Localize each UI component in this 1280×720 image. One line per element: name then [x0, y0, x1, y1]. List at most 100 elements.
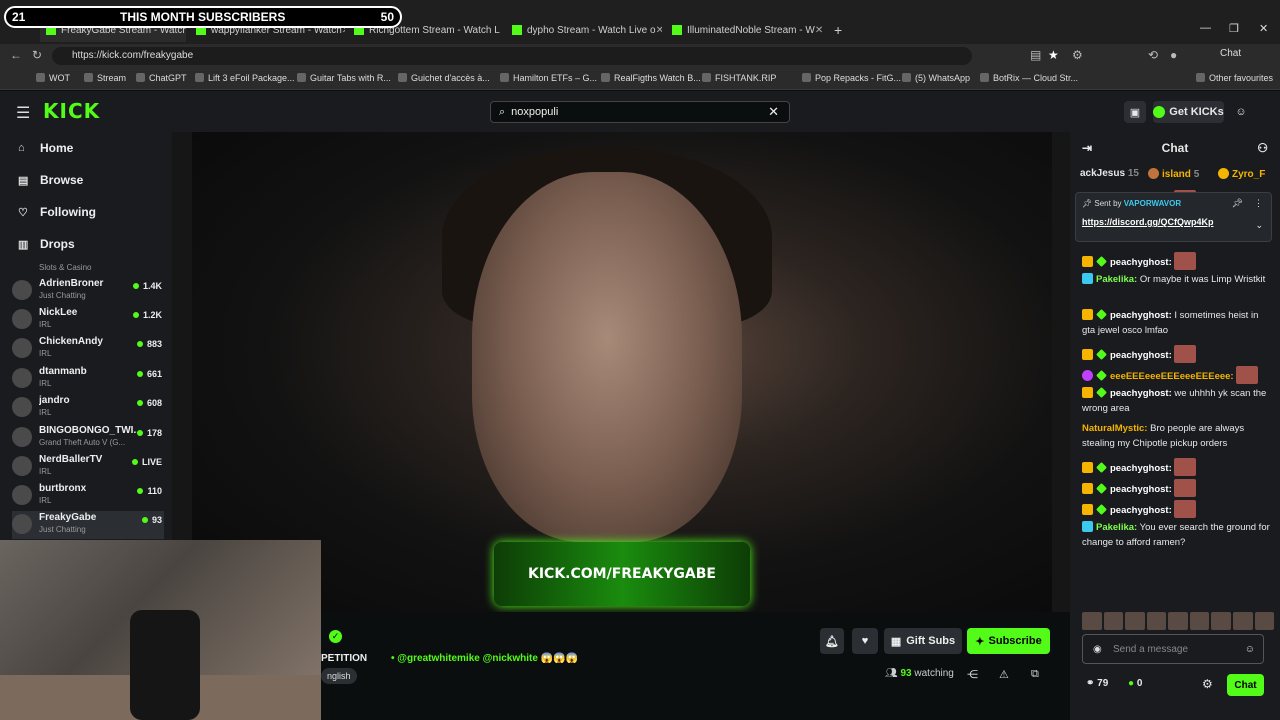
bookmark-item[interactable]: Lift 3 eFoil Package... [195, 73, 295, 83]
bookmark-item[interactable]: RealFigths Watch B... [601, 73, 701, 83]
favorite-star-icon[interactable]: ★ [1048, 48, 1059, 62]
channel-item[interactable]: Slots & Casino [12, 256, 164, 274]
emote-button[interactable] [1211, 612, 1231, 630]
clear-search-icon[interactable]: ✕ [768, 104, 779, 120]
refresh-icon[interactable]: ↻ [32, 48, 42, 62]
emote-button[interactable] [1168, 612, 1188, 630]
chat-message: peachyghost: [1082, 458, 1274, 477]
history-icon[interactable]: ⟲ [1148, 48, 1158, 62]
kick-logo[interactable]: KICK [43, 99, 100, 123]
channel-item[interactable]: NerdBallerTV IRL LIVE [12, 453, 164, 481]
chat-username[interactable]: NaturalMystic: [1082, 423, 1147, 434]
chat-input[interactable]: ◉ Send a message ☺ [1082, 634, 1264, 664]
theater-mode-icon[interactable]: ▣ [1124, 101, 1146, 123]
back-icon[interactable]: ← [10, 48, 22, 62]
share-icon[interactable]: ⋲ [967, 668, 978, 681]
chat-username[interactable]: peachyghost: [1110, 505, 1172, 516]
notification-bell-button[interactable]: 🔔︎ [820, 628, 844, 654]
reader-icon[interactable]: ▤ [1030, 48, 1041, 62]
clip-icon[interactable]: ⧉ [1031, 668, 1039, 681]
bookmark-item[interactable]: Pop Repacks - FitG... [802, 73, 901, 83]
chat-username[interactable]: Pakelika: [1096, 274, 1137, 285]
chat-users-icon[interactable]: ⚇ [1257, 141, 1268, 155]
bookmark-item[interactable]: FISHTANK.RIP [702, 73, 776, 83]
emote-button[interactable] [1125, 612, 1145, 630]
site-icon [980, 73, 989, 82]
emoji-picker-icon[interactable]: ☺ [1245, 644, 1255, 655]
emote-button[interactable] [1232, 612, 1253, 630]
close-tab-icon[interactable]: ✕ [815, 25, 823, 36]
new-tab-button[interactable]: + [828, 18, 848, 42]
maximize-icon[interactable]: ❐ [1229, 22, 1239, 35]
crown-badge-icon [1082, 504, 1093, 515]
channel-item[interactable]: NickLee IRL 1.2K [12, 306, 164, 334]
nav-browse[interactable]: ▤ Browse [18, 173, 83, 187]
close-window-icon[interactable]: ✕ [1259, 22, 1268, 35]
emote-button[interactable] [1189, 612, 1210, 630]
bookmark-item[interactable]: Stream [84, 73, 126, 83]
other-favourites[interactable]: Other favourites [1196, 73, 1273, 83]
chat-username[interactable]: peachyghost: [1110, 463, 1172, 474]
minimize-icon[interactable]: — [1200, 22, 1211, 34]
avatar[interactable]: ☺ [1230, 101, 1252, 123]
channel-item[interactable]: ChickenAndy IRL 883 [12, 335, 164, 363]
leaderboard-entry[interactable]: ackJesus 15 [1080, 168, 1139, 179]
send-chat-button[interactable]: Chat [1227, 674, 1264, 696]
channel-item[interactable]: AdrienBroner Just Chatting 1.4K [12, 277, 164, 305]
avatar [12, 427, 32, 447]
channel-item[interactable]: jandro IRL 608 [12, 394, 164, 422]
leaderboard-entry[interactable]: island 5 [1148, 168, 1199, 180]
channel-item[interactable]: BINGOBONGO_TWI... Grand Theft Auto V (G..… [12, 424, 164, 452]
pinned-link[interactable]: https://discord.gg/QCfQwp4Kp [1082, 217, 1214, 227]
collapse-chat-icon[interactable]: ⇥ [1082, 141, 1092, 155]
bookmark-item[interactable]: Guichet d'accès à... [398, 73, 490, 83]
browser-tab-bar: 21 THIS MONTH SUBSCRIBERS 50 FreakyGabe … [0, 0, 1280, 44]
emote-button[interactable] [1254, 612, 1275, 630]
bookmark-item[interactable]: Guitar Tabs with R... [297, 73, 391, 83]
webcam-chair [130, 610, 200, 720]
chat-username[interactable]: peachyghost: [1110, 310, 1172, 321]
report-icon[interactable]: ⚠ [999, 668, 1009, 681]
gift-subs-button[interactable]: ▦ Gift Subs [884, 628, 962, 654]
follow-button[interactable]: ♥ [852, 628, 878, 654]
bookmark-item[interactable]: Hamilton ETFs – G... [500, 73, 597, 83]
nav-following[interactable]: ♡ Following [18, 205, 96, 219]
bookmark-item[interactable]: (5) WhatsApp [902, 73, 970, 83]
close-tab-icon[interactable]: ✕ [656, 25, 662, 36]
chat-username[interactable]: eeeEEEeeeEEEeeeEEEeee: [1110, 371, 1234, 382]
bookmark-item[interactable]: WOT [36, 73, 70, 83]
gem-badge-icon [1096, 483, 1107, 494]
leaderboard-entry[interactable]: Zyro_F [1218, 168, 1265, 180]
chat-username[interactable]: peachyghost: [1110, 484, 1172, 495]
subscribe-button[interactable]: ✦ Subscribe [967, 628, 1050, 654]
nav-drops[interactable]: ▥ Drops [18, 237, 75, 251]
star-icon: ✦ [975, 635, 985, 648]
more-options-icon[interactable]: ⋮ [1254, 198, 1263, 209]
url-field[interactable]: https://kick.com/freakygabe [52, 47, 972, 65]
unpin-icon[interactable]: 📌︎ [1232, 198, 1243, 209]
menu-icon[interactable]: ☰ [16, 103, 30, 123]
emote-button[interactable] [1082, 612, 1102, 630]
chat-username[interactable]: peachyghost: [1110, 350, 1172, 361]
emote-button[interactable] [1146, 612, 1167, 630]
nav-home[interactable]: ⌂ Home [18, 141, 73, 155]
search-input[interactable]: ⌕ noxpopuli ✕ [490, 101, 790, 123]
chevron-down-icon[interactable]: ⌄ [1255, 220, 1263, 231]
copilot-chat-button[interactable]: Chat [1220, 48, 1241, 59]
channel-item-active[interactable]: FreakyGabe Just Chatting 93 [12, 511, 164, 539]
emote-button[interactable] [1103, 612, 1124, 630]
chat-username[interactable]: peachyghost: [1110, 388, 1172, 399]
language-tag[interactable]: nglish [321, 668, 357, 684]
settings-icon[interactable]: ⚙ [1202, 677, 1213, 691]
extensions-icon[interactable]: ⚙ [1072, 48, 1083, 62]
browser-tab-4[interactable]: dypho Stream - Watch Live o ✕ [506, 18, 662, 42]
bookmark-item[interactable]: BotRix — Cloud Str... [980, 73, 1078, 83]
chat-username[interactable]: peachyghost: [1110, 257, 1172, 268]
channel-item[interactable]: burtbronx IRL 110 [12, 482, 164, 510]
get-kicks-button[interactable]: Get KICKs [1153, 101, 1224, 123]
profile-icon[interactable]: ● [1170, 48, 1177, 62]
bookmark-item[interactable]: ChatGPT [136, 73, 187, 83]
chat-username[interactable]: Pakelika: [1096, 522, 1137, 533]
channel-item[interactable]: dtanmanb IRL 661 [12, 365, 164, 393]
browser-tab-5[interactable]: IlluminatedNoble Stream - W ✕ [666, 18, 826, 42]
